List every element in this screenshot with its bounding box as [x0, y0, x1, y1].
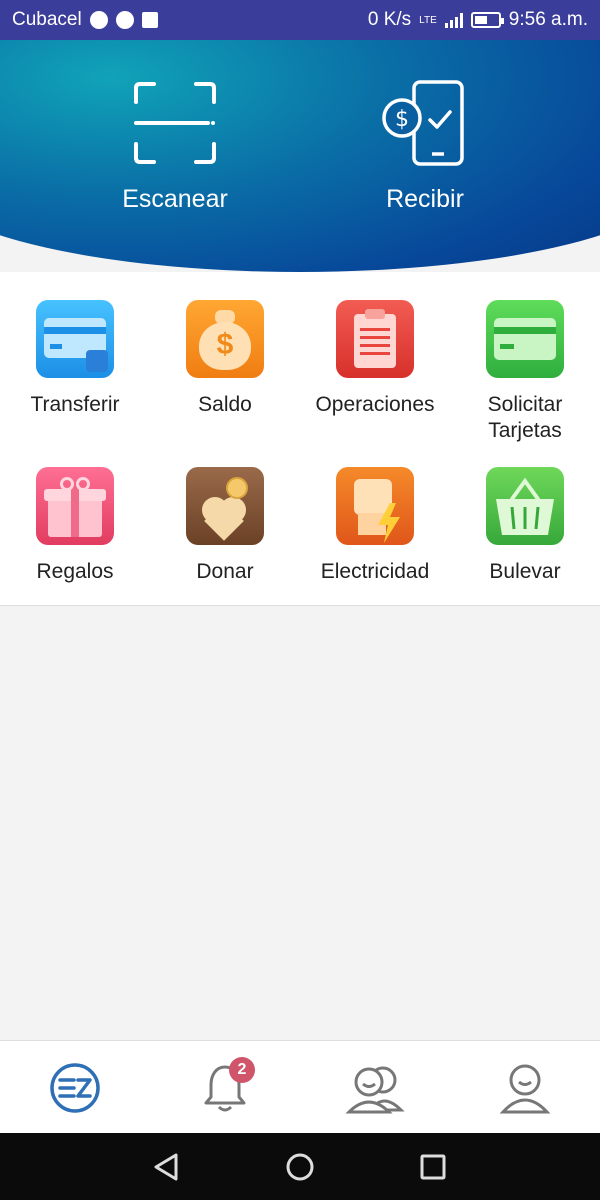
scan-label: Escanear: [122, 185, 228, 213]
card-transfer-icon: [36, 300, 114, 378]
service-donar[interactable]: Donar: [150, 467, 300, 585]
money-bag-icon: $: [186, 300, 264, 378]
service-label: Regalos: [36, 560, 114, 583]
service-label: Transferir: [30, 393, 120, 416]
service-transferir[interactable]: Transferir: [0, 300, 150, 418]
back-icon: [154, 1153, 178, 1181]
signal-icon: [444, 12, 463, 28]
fist-lightning-icon: [336, 467, 414, 545]
service-label: Solicitar Tarjetas: [487, 393, 563, 442]
service-solicitar-tarjetas[interactable]: Solicitar Tarjetas: [450, 300, 600, 444]
nav-home[interactable]: [45, 1061, 105, 1115]
receive-label: Recibir: [386, 185, 464, 213]
scan-button[interactable]: Escanear: [65, 80, 285, 214]
back-button[interactable]: [148, 1149, 184, 1185]
ball-icon: [115, 11, 134, 29]
service-regalos[interactable]: Regalos: [0, 467, 150, 585]
battery-icon: [470, 12, 504, 28]
service-label: Saldo: [198, 393, 252, 416]
facebook-icon: [141, 12, 158, 28]
telegram-icon: [89, 11, 108, 29]
content-area: [0, 607, 600, 1040]
donate-heart-icon: [186, 467, 264, 545]
service-label: Donar: [196, 560, 254, 583]
system-nav-bar: [0, 1133, 600, 1200]
service-operaciones[interactable]: Operaciones: [300, 300, 450, 418]
nav-profile[interactable]: [495, 1061, 555, 1115]
receive-button[interactable]: $ Recibir: [315, 80, 535, 214]
profile-icon: [499, 1064, 551, 1114]
svg-text:$: $: [395, 107, 409, 132]
card-icon: [486, 300, 564, 378]
clock: 9:56 a.m.: [508, 9, 588, 30]
service-saldo[interactable]: $ Saldo: [150, 300, 300, 418]
service-electricidad[interactable]: Electricidad: [300, 467, 450, 585]
recents-square-icon: [420, 1154, 446, 1180]
notifications-badge: 2: [229, 1057, 255, 1083]
network-speed: 0 K/s: [367, 9, 412, 30]
status-bar: Cubacel 0 K/s LTE 9:56 a.m.: [0, 0, 600, 40]
receive-phone-icon: $: [382, 80, 464, 166]
recents-button[interactable]: [415, 1149, 451, 1185]
gift-icon: [36, 467, 114, 545]
service-label: Bulevar: [489, 560, 561, 583]
home-button[interactable]: [282, 1149, 318, 1185]
network-type: LTE: [419, 14, 437, 26]
service-bulevar[interactable]: Bulevar: [450, 467, 600, 585]
nav-contacts[interactable]: [345, 1061, 405, 1115]
hero-banner: Escanear $ Recibir: [0, 40, 600, 272]
carrier-label: Cubacel: [12, 9, 82, 30]
basket-icon: [486, 467, 564, 545]
clipboard-list-icon: [336, 300, 414, 378]
home-circle-icon: [286, 1153, 314, 1181]
contacts-icon: [345, 1066, 405, 1114]
service-label: Operaciones: [315, 393, 435, 416]
service-label: Electricidad: [320, 560, 430, 583]
scan-icon: [134, 82, 216, 164]
home-logo-icon: [50, 1063, 100, 1113]
nav-notifications[interactable]: 2: [195, 1057, 255, 1115]
bottom-navigation: 2: [0, 1040, 600, 1133]
services-grid: Transferir $ Saldo Operaciones Solicitar…: [0, 272, 600, 606]
